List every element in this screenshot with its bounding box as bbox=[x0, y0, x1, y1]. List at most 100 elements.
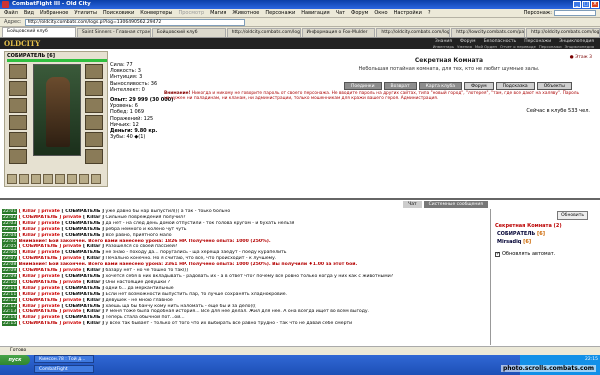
ring-slot[interactable] bbox=[43, 174, 53, 184]
equipment-slot[interactable] bbox=[9, 81, 27, 96]
character-search-input[interactable] bbox=[554, 10, 596, 16]
game-subnav-item[interactable]: Инвентарь bbox=[433, 44, 455, 49]
menu-utilities[interactable]: Утилиты bbox=[74, 10, 97, 16]
menu-search-engines[interactable]: Поисковики bbox=[103, 10, 134, 16]
chat-sender[interactable]: [ Killar ] bbox=[19, 274, 40, 279]
chat-recipient[interactable]: [ СОБИРАТЕЛЬ ] bbox=[62, 315, 105, 320]
chat-sender[interactable]: [ Killar ] bbox=[19, 304, 40, 309]
chat-sender[interactable]: [ СОБИРАТЕЛЬ ] bbox=[19, 244, 62, 249]
menu-characters[interactable]: Персонажи bbox=[265, 10, 295, 16]
chat-sender[interactable]: [ Killar ] bbox=[19, 227, 40, 232]
game-subnav-item[interactable]: Мой Орден bbox=[475, 44, 497, 49]
ring-slot[interactable] bbox=[55, 174, 65, 184]
start-button[interactable]: пуск bbox=[0, 355, 30, 365]
ring-slot[interactable] bbox=[91, 174, 101, 184]
chat-sender[interactable]: [ СОБИРАТЕЛЬ ] bbox=[19, 309, 62, 314]
menu-favorites[interactable]: Избранное bbox=[40, 10, 68, 16]
menu-settings[interactable]: Настройки bbox=[394, 10, 422, 16]
chat-sender[interactable]: [ СОБИРАТЕЛЬ ] bbox=[19, 268, 62, 273]
chat-recipient[interactable]: [ СОБИРАТЕЛЬ ] bbox=[62, 209, 105, 214]
menu-file[interactable]: Файл bbox=[4, 10, 18, 16]
user-name[interactable]: СОБИРАТЕЛЬ bbox=[497, 231, 535, 237]
refresh-button[interactable]: Обновить bbox=[557, 211, 588, 220]
chat-sender[interactable]: [ СОБИРАТЕЛЬ ] bbox=[19, 256, 62, 261]
chat-recipient[interactable]: [ Killar ] bbox=[83, 215, 104, 220]
chat-sender[interactable]: [ Killar ] bbox=[19, 221, 40, 226]
menu-preview[interactable]: Просмотр bbox=[178, 10, 204, 16]
equipment-slot[interactable] bbox=[9, 98, 27, 113]
chat-recipient[interactable]: [ СОБИРАТЕЛЬ ] bbox=[62, 274, 105, 279]
ring-slot[interactable] bbox=[79, 174, 89, 184]
user-entry[interactable]: Mirsadiq [6] bbox=[497, 239, 531, 245]
chat-recipient[interactable]: [ СОБИРАТЕЛЬ ] bbox=[62, 233, 105, 238]
user-entry[interactable]: СОБИРАТЕЛЬ [6] bbox=[497, 231, 545, 237]
chat-recipient[interactable]: [ Killar ] bbox=[83, 298, 104, 303]
browser-tab[interactable]: http://oldcity.combats.com/logs.pl?log bbox=[376, 28, 451, 37]
objects-button[interactable]: Объекты bbox=[536, 82, 572, 90]
chat-recipient[interactable]: [ Killar ] bbox=[83, 256, 104, 261]
browser-tab[interactable]: Saint Sinners - Главная страница bbox=[76, 28, 151, 37]
chat-sender[interactable]: [ СОБИРАТЕЛЬ ] bbox=[19, 280, 62, 285]
ring-slot[interactable] bbox=[19, 174, 29, 184]
return-button[interactable]: Возврат bbox=[383, 82, 417, 90]
chat-recipient[interactable]: [ СОБИРАТЕЛЬ ] bbox=[62, 227, 105, 232]
chat-recipient[interactable]: [ СОБИРАТЕЛЬ ] bbox=[62, 292, 105, 297]
menu-converters[interactable]: Конвертеры bbox=[140, 10, 172, 16]
chat-sender[interactable]: [ Killar ] bbox=[19, 315, 40, 320]
menu-chat[interactable]: Чат bbox=[336, 10, 345, 16]
chat-sender[interactable]: [ СОБИРАТЕЛЬ ] bbox=[19, 215, 62, 220]
chat-sender[interactable]: [ Killar ] bbox=[19, 292, 40, 297]
browser-tab[interactable]: http://oldcity.combats.com/logs.pl?log bbox=[226, 28, 301, 37]
chat-recipient[interactable]: [ Killar ] bbox=[83, 268, 104, 273]
tab-system-messages[interactable]: Системные сообщения bbox=[423, 201, 488, 208]
character-avatar[interactable] bbox=[33, 64, 81, 156]
chat-recipient[interactable]: [ Killar ] bbox=[83, 309, 104, 314]
browser-tab[interactable]: Бойцовский клуб bbox=[151, 28, 226, 37]
chat-recipient[interactable]: [ СОБИРАТЕЛЬ ] bbox=[62, 250, 105, 255]
tab-chat[interactable]: Чат bbox=[403, 201, 422, 208]
equipment-slot[interactable] bbox=[85, 81, 103, 96]
game-subnav-item[interactable]: Энциклопедия bbox=[565, 44, 594, 49]
game-subnav-item[interactable]: Умения bbox=[457, 44, 472, 49]
forum-button[interactable]: Форум bbox=[464, 82, 494, 90]
game-subnav-item[interactable]: Персонажи bbox=[539, 44, 562, 49]
fights-button[interactable]: Поединки bbox=[344, 82, 382, 90]
chat-sender[interactable]: [ СОБИРАТЕЛЬ ] bbox=[19, 298, 62, 303]
equipment-slot[interactable] bbox=[9, 149, 27, 164]
equipment-slot[interactable] bbox=[85, 64, 103, 79]
chat-recipient[interactable]: [ СОБИРАТЕЛЬ ] bbox=[62, 221, 105, 226]
chat-sender[interactable]: [ Killar ] bbox=[19, 233, 40, 238]
equipment-slot[interactable] bbox=[85, 98, 103, 113]
close-icon[interactable]: × bbox=[591, 1, 599, 8]
hint-button[interactable]: Подсказка bbox=[495, 82, 535, 90]
chat-recipient[interactable]: [ СОБИРАТЕЛЬ ] bbox=[62, 286, 105, 291]
menu-animal[interactable]: Животное bbox=[232, 10, 259, 16]
chat-recipient[interactable]: [ Killar ] bbox=[83, 321, 104, 326]
browser-tab[interactable]: Информация о Fox-Mulder bbox=[301, 28, 376, 37]
auto-refresh-toggle[interactable]: Обновлять автомат. bbox=[495, 251, 555, 257]
browser-tab[interactable]: http://oldcity.combats.com/logs.pl?log bbox=[526, 28, 600, 37]
ring-slot[interactable] bbox=[7, 174, 17, 184]
game-subnav-item[interactable]: Отчет о переводе bbox=[500, 44, 536, 49]
minimize-icon[interactable]: _ bbox=[573, 1, 581, 8]
browser-tab[interactable]: Бойцовский клуб bbox=[2, 27, 76, 37]
chat-recipient[interactable]: [ Killar ] bbox=[83, 280, 104, 285]
equipment-slot[interactable] bbox=[85, 149, 103, 164]
chat-recipient[interactable]: [ Killar ] bbox=[83, 244, 104, 249]
ring-slot[interactable] bbox=[31, 174, 41, 184]
maximize-icon[interactable]: □ bbox=[582, 1, 590, 8]
equipment-slot[interactable] bbox=[9, 64, 27, 79]
user-name[interactable]: Mirsadiq bbox=[497, 239, 521, 245]
chat-recipient[interactable]: [ СОБИРАТЕЛЬ ] bbox=[62, 304, 105, 309]
chat-sender[interactable]: [ Killar ] bbox=[19, 209, 40, 214]
address-input[interactable]: http://oldcity.combats.com/logs.pl?log=1… bbox=[24, 18, 245, 26]
menu-navigation[interactable]: Навигация bbox=[301, 10, 329, 16]
ring-slot[interactable] bbox=[67, 174, 77, 184]
club-map-button[interactable]: Карта клуба bbox=[418, 82, 463, 90]
taskbar-item[interactable]: Кимсон.78 : Той д... bbox=[34, 355, 94, 363]
taskbar-item[interactable]: CombatFight bbox=[34, 365, 94, 373]
equipment-slot[interactable] bbox=[85, 115, 103, 130]
auto-refresh-checkbox[interactable] bbox=[495, 251, 500, 257]
chat-sender[interactable]: [ Killar ] bbox=[19, 286, 40, 291]
menu-forum[interactable]: Форум bbox=[351, 10, 368, 16]
